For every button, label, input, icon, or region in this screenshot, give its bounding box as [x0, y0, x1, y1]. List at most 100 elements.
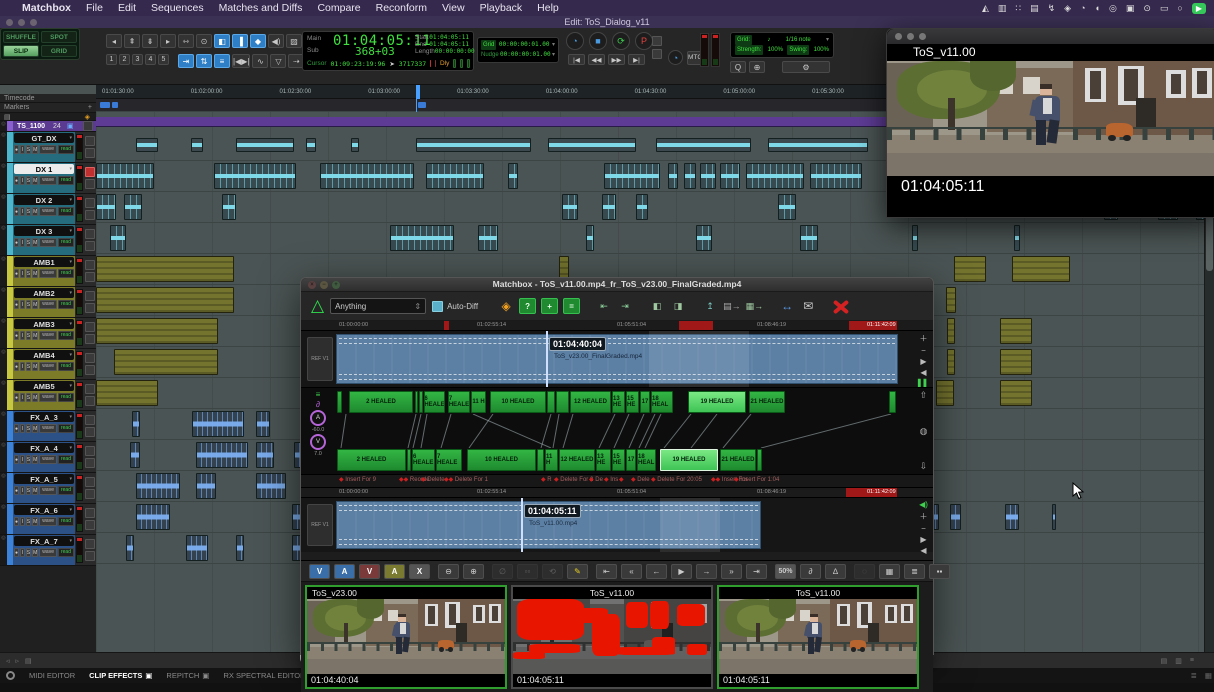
clip[interactable] — [1052, 504, 1056, 530]
track-view-selector[interactable]: wave — [39, 176, 57, 185]
track-m-button[interactable]: M — [32, 517, 38, 526]
timeline-marker[interactable] — [418, 102, 426, 108]
zoom-arrows-btn-4[interactable]: ▸ — [160, 34, 176, 48]
track-m-button[interactable]: M — [32, 455, 38, 464]
track-name[interactable]: FX_A_5▾ — [14, 474, 74, 484]
play-icon[interactable]: ▶ — [920, 535, 926, 544]
clip[interactable] — [656, 138, 751, 152]
link-icon[interactable]: ▫▫ — [517, 564, 538, 579]
clip[interactable] — [236, 138, 294, 152]
menu-matches-and-diffs[interactable]: Matches and Diffs — [219, 2, 303, 14]
menu-playback[interactable]: Playback — [480, 2, 523, 14]
track-i-button[interactable]: I — [20, 517, 25, 526]
clip[interactable] — [947, 349, 955, 375]
clip[interactable] — [136, 504, 170, 530]
play-back-icon[interactable]: ◀ — [920, 368, 926, 377]
status-icon-2[interactable]: ▥ — [998, 3, 1007, 14]
track-rec-button[interactable]: ● — [14, 176, 19, 185]
timeline-marker[interactable] — [112, 102, 118, 108]
track-s-button[interactable]: S — [26, 331, 31, 340]
track-m-button[interactable]: M — [32, 207, 38, 216]
edit-marker-r[interactable]: ◆ R — [541, 476, 552, 483]
track-header-ts-1100[interactable]: ◎TS_110024▣ — [0, 121, 96, 132]
clip[interactable] — [1012, 256, 1070, 282]
track-io-button[interactable] — [85, 446, 95, 456]
track-i-button[interactable]: I — [20, 331, 25, 340]
clip[interactable] — [950, 504, 961, 530]
highlight-bulb-icon[interactable]: ◈ — [85, 113, 90, 121]
clip[interactable] — [222, 194, 236, 220]
video-titlebar[interactable] — [887, 29, 1214, 44]
clip[interactable] — [668, 163, 678, 189]
track-filter-icon[interactable]: ▤ — [4, 113, 11, 121]
clip[interactable] — [96, 163, 154, 189]
healed-block-6-heale[interactable]: 6 HEALE — [412, 449, 435, 471]
clip[interactable] — [256, 473, 286, 499]
track-view-selector[interactable]: wave — [39, 238, 57, 247]
track-view-selector[interactable]: wave — [39, 300, 57, 309]
clip[interactable] — [96, 380, 158, 406]
status-icon-5[interactable]: ↯ — [1048, 3, 1056, 14]
commit-up-icon[interactable]: ↥ — [702, 299, 718, 313]
note-value[interactable]: 1/16 note — [786, 35, 811, 45]
tools-row1-btn-1[interactable]: ⇿ — [178, 34, 194, 48]
clip[interactable] — [96, 318, 218, 344]
footer-icon[interactable]: ◃ — [6, 658, 10, 665]
track-header-amb2[interactable]: ◎AMB2▾●ISMwaveread — [0, 287, 96, 318]
tools-row2-btn-5[interactable]: ∿ — [252, 54, 268, 68]
edit-markers-lane[interactable]: ◆ Insert For 9◆◆ Reorde◆ Delete◆◆ Delete… — [301, 475, 933, 488]
track-i-button[interactable]: I — [20, 424, 25, 433]
mini-tile-2[interactable] — [652, 49, 662, 59]
reference-viewer[interactable]: 01:00:00:0001:02:55:1401:05:51:0401:08:4… — [301, 321, 933, 387]
track-header-fx-a-4[interactable]: ◎FX_A_4▾●ISMwaveread — [0, 442, 96, 473]
track-option-button[interactable] — [85, 427, 95, 437]
healed-block-21-healed[interactable]: 21 HEALED — [749, 391, 785, 413]
clip[interactable] — [696, 225, 712, 251]
pencil-icon[interactable]: ✎ — [567, 564, 588, 579]
track-automation-mode[interactable]: read — [58, 486, 74, 495]
track-name[interactable]: DX 1▾ — [14, 164, 74, 174]
jump-prev-block-icon[interactable]: ◧ — [649, 299, 665, 313]
track-option-button[interactable] — [85, 272, 95, 282]
zoom-arrows-btn-2[interactable]: ⇞ — [124, 34, 140, 48]
track-automation-mode[interactable]: read — [58, 362, 74, 371]
track-automation-mode[interactable]: read — [58, 424, 74, 433]
clip[interactable] — [478, 225, 498, 251]
track-name[interactable]: AMB4▾ — [14, 350, 74, 360]
track-s-button[interactable]: S — [26, 238, 31, 247]
tools-row1-btn-5[interactable]: ◆ — [250, 34, 266, 48]
tools-row1-btn-7[interactable]: ▨ — [286, 34, 302, 48]
track-io-button[interactable] — [85, 167, 95, 177]
zoom-preset-2[interactable]: 2 — [119, 54, 130, 65]
statusbar-repitch[interactable]: REPITCH▣ — [166, 671, 209, 680]
thumbnail-3[interactable]: ToS_v11.0001:04:05:11 — [717, 585, 919, 689]
go-end-icon[interactable]: ⇥ — [746, 564, 767, 579]
zoom-arrows-btn-3[interactable]: ⇟ — [142, 34, 158, 48]
matchbox-hscroll[interactable] — [301, 552, 933, 561]
clip[interactable] — [602, 194, 616, 220]
track-header-fx-a-7[interactable]: ◎FX_A_7▾●ISMwaveread — [0, 535, 96, 566]
status-icon-1[interactable]: ◭ — [982, 3, 989, 14]
healed-block-2-healed[interactable]: 2 HEALED — [337, 449, 406, 471]
track-s-button[interactable]: S — [26, 455, 31, 464]
track-view-selector[interactable]: wave — [39, 362, 57, 371]
track-s-button[interactable]: S — [26, 269, 31, 278]
healed-block-18-heal[interactable]: 18 HEAL — [651, 391, 673, 413]
track-option-button[interactable] — [85, 489, 95, 499]
query-match-icon[interactable]: ? — [519, 298, 536, 314]
track-s-button[interactable]: S — [26, 393, 31, 402]
track-s-button[interactable]: S — [26, 548, 31, 557]
track-rec-button[interactable]: ● — [14, 207, 19, 216]
lane-dx-3[interactable] — [96, 223, 1205, 254]
healed-block-11-h[interactable]: 11 H — [545, 449, 558, 471]
nudge-label[interactable]: Nudge — [481, 50, 499, 60]
clip[interactable] — [746, 163, 804, 189]
track-m-button[interactable]: M — [32, 362, 38, 371]
track-name[interactable]: DX 2▾ — [14, 195, 74, 205]
track-automation-mode[interactable]: read — [58, 455, 74, 464]
track-m-button[interactable]: M — [32, 269, 38, 278]
step-fwd-icon[interactable]: → — [696, 564, 717, 579]
nudge-value[interactable]: 00:00:00:01.00 — [500, 50, 551, 60]
track-rec-button[interactable]: ● — [14, 517, 19, 526]
edit-marker-delete-for-2[interactable]: ◆ Delete For 2 — [554, 476, 593, 483]
